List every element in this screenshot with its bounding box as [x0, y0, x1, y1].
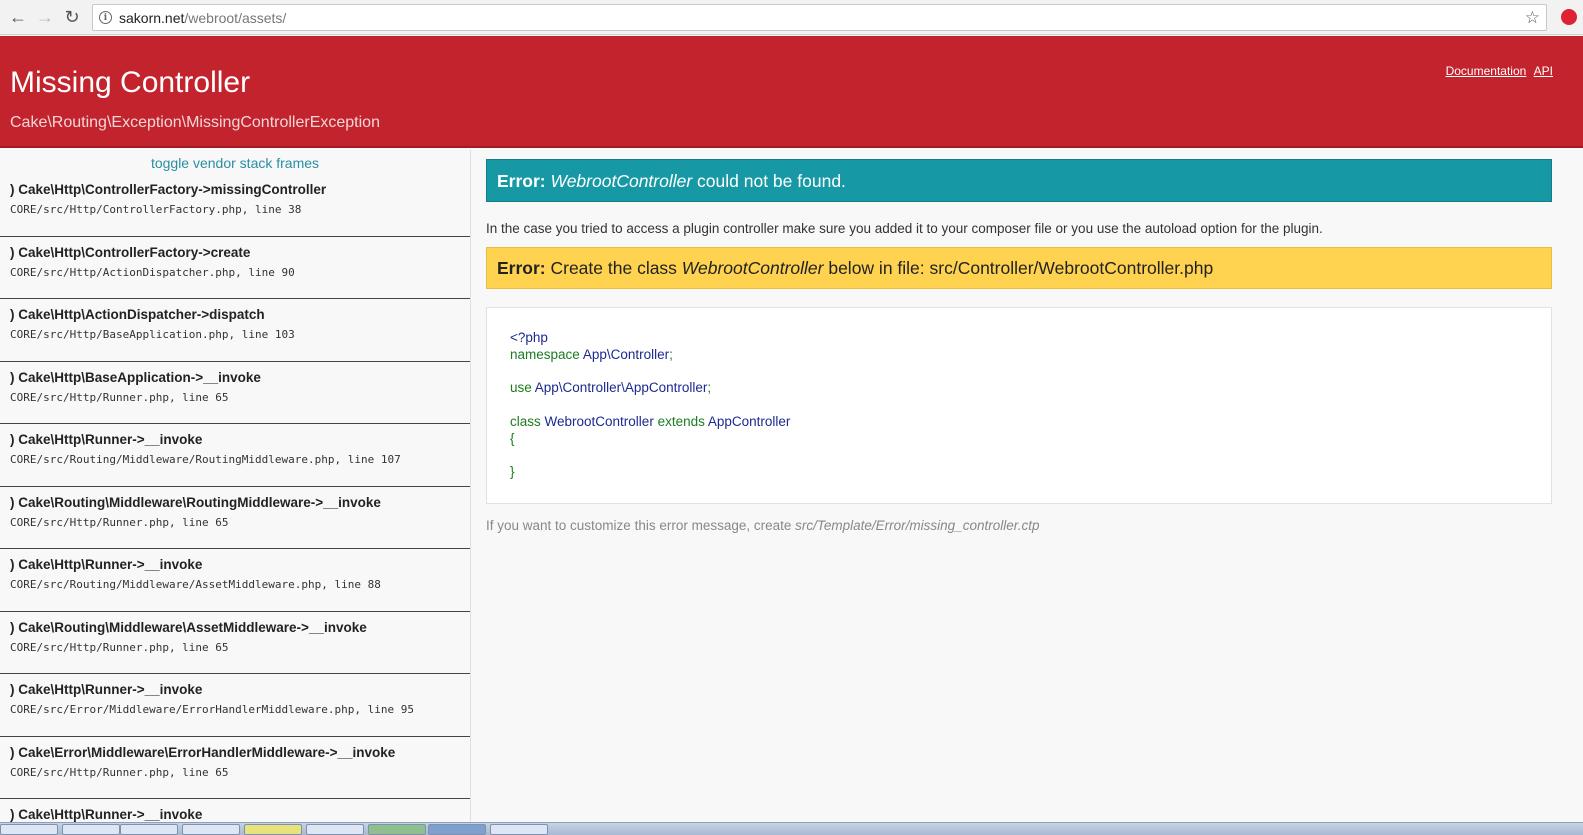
stack-frame-file: CORE/src/Routing/Middleware/RoutingMiddl… [10, 453, 401, 466]
error-message-box: Error: WebrootController could not be fo… [486, 159, 1552, 202]
taskbar-item[interactable] [62, 824, 120, 835]
star-icon[interactable]: ☆ [1525, 8, 1540, 28]
stack-frame-function: ) Cake\Http\Runner->__invoke [10, 807, 203, 822]
taskbar-item[interactable] [182, 824, 240, 835]
browser-toolbar: ← → ↻ i sakorn.net/webroot/assets/ ☆ [0, 0, 1583, 35]
stack-frame-function: ) Cake\Error\Middleware\ErrorHandlerMidd… [10, 744, 396, 760]
stack-frame-file: CORE/src/Http/Runner.php, line 65 [10, 765, 229, 779]
code-namespace-name: App\Controller [582, 346, 670, 362]
os-taskbar [0, 822, 1583, 835]
toggle-vendor-frames-link[interactable]: toggle vendor stack frames [0, 150, 470, 174]
stack-frame-file: CORE/src/Http/ActionDispatcher.php, line… [10, 265, 295, 279]
code-use-kw: use [510, 380, 535, 396]
code-use-name: App\Controller\AppController [534, 380, 708, 396]
stack-frame[interactable]: ) Cake\Http\ControllerFactory->missingCo… [0, 174, 470, 237]
taskbar-item[interactable] [490, 824, 548, 835]
stack-frame[interactable]: ) Cake\Http\ControllerFactory->create COR… [0, 237, 470, 299]
stack-frame[interactable]: ) Cake\Http\Runner->__invoke [0, 799, 470, 822]
warn-prefix: Create the class [545, 258, 682, 278]
stack-frame-function: ) Cake\Http\ControllerFactory->missingCo… [10, 182, 327, 197]
code-namespace-kw: namespace [510, 346, 583, 362]
address-bar[interactable]: i sakorn.net/webroot/assets/ ☆ [92, 4, 1547, 31]
error-description: In the case you tried to access a plugin… [486, 221, 1323, 236]
stack-frame[interactable]: ) Cake\Routing\Middleware\AssetMiddlewar… [0, 612, 470, 674]
note-path: src/Template/Error/missing_controller.ct… [795, 518, 1040, 533]
code-semicolon: ; [669, 346, 673, 362]
taskbar-item[interactable] [120, 824, 178, 835]
stack-trace-sidebar: toggle vendor stack frames ) Cake\Http\C… [0, 150, 471, 822]
stack-frame-file: CORE/src/Http/BaseApplication.php, line … [10, 328, 295, 341]
stack-frame[interactable]: ) Cake\Http\Runner->__invoke CORE/src/Rou… [0, 549, 470, 612]
documentation-link[interactable]: Documentation [1446, 64, 1527, 78]
code-brace-open: { [510, 430, 515, 446]
stack-frames-list: ) Cake\Http\ControllerFactory->missingCo… [0, 174, 470, 822]
error-header: Missing Controller Cake\Routing\Exceptio… [0, 36, 1583, 148]
stack-frame-function: ) Cake\Routing\Middleware\RoutingMiddlew… [10, 494, 381, 510]
reload-icon[interactable]: ↻ [58, 3, 86, 31]
stack-frame-function: ) Cake\Http\ControllerFactory->create [10, 244, 251, 260]
stack-frame-file: CORE/src/Http/ControllerFactory.php, lin… [10, 203, 302, 216]
code-extends-name: AppController [707, 413, 791, 429]
error-class: WebrootController [550, 171, 693, 191]
taskbar-item[interactable] [368, 824, 426, 835]
stack-frame[interactable]: ) Cake\Error\Middleware\ErrorHandlerMidd… [0, 737, 470, 799]
warn-class: WebrootController [681, 258, 824, 278]
url-host: sakorn.net [119, 9, 185, 26]
stack-frame-file: CORE/src/Error/Middleware/ErrorHandlerMi… [10, 703, 414, 716]
code-php-open: <?php [510, 330, 548, 345]
warn-suffix: below in file: src/Controller/WebrootCon… [823, 258, 1214, 278]
taskbar-item[interactable] [0, 824, 58, 835]
exception-class: Cake\Routing\Exception\MissingController… [10, 114, 380, 131]
stack-frame[interactable]: ) Cake\Http\ActionDispatcher->dispatch CO… [0, 299, 470, 362]
error-text: could not be found. [692, 171, 846, 191]
header-links: Documentation API [1442, 64, 1553, 78]
stack-frame[interactable]: ) Cake\Routing\Middleware\RoutingMiddlew… [0, 487, 470, 549]
stack-frame-function: ) Cake\Routing\Middleware\AssetMiddlewar… [10, 619, 367, 635]
stack-frame-function: ) Cake\Http\Runner->__invoke [10, 682, 203, 697]
customize-note: If you want to customize this error mess… [486, 518, 1552, 533]
code-class-name: WebrootController [544, 413, 654, 429]
fix-suggestion-box: Error: Create the class WebrootControlle… [486, 247, 1552, 289]
taskbar-item[interactable] [244, 824, 302, 835]
error-label: Error: [497, 171, 546, 191]
stack-frame[interactable]: ) Cake\Http\BaseApplication->__invoke COR… [0, 362, 470, 424]
stack-frame-file: CORE/src/Http/Runner.php, line 65 [10, 390, 229, 404]
url-path: /webroot/assets/ [184, 9, 287, 26]
stack-frame-function: ) Cake\Http\BaseApplication->__invoke [10, 369, 261, 385]
code-class-kw: class [510, 413, 545, 429]
taskbar-item[interactable] [428, 824, 486, 835]
stack-frame-file: CORE/src/Http/Runner.php, line 65 [10, 515, 229, 529]
taskbar-item[interactable] [306, 824, 364, 835]
note-prefix: If you want to customize this error mess… [486, 518, 796, 533]
back-icon[interactable]: ← [4, 3, 32, 31]
stack-frame-function: ) Cake\Http\Runner->__invoke [10, 557, 203, 572]
main-content: Error: WebrootController could not be fo… [486, 159, 1552, 533]
stack-frame-function: ) Cake\Http\ActionDispatcher->dispatch [10, 307, 265, 322]
code-brace-close: } [510, 464, 515, 480]
stack-frame[interactable]: ) Cake\Http\Runner->__invoke CORE/src/Err… [0, 674, 470, 737]
extension-icon[interactable] [1561, 9, 1577, 25]
code-snippet: <?php namespace App\Controller; use App\… [486, 307, 1552, 504]
stack-frame-function: ) Cake\Http\Runner->__invoke [10, 432, 203, 447]
stack-frame-file: CORE/src/Routing/Middleware/AssetMiddlew… [10, 578, 381, 591]
page-title: Missing Controller [10, 66, 251, 99]
info-icon[interactable]: i [99, 11, 112, 24]
code-semicolon-2: ; [707, 380, 712, 396]
forward-icon[interactable]: → [31, 3, 59, 31]
stack-frame-file: CORE/src/Http/Runner.php, line 65 [10, 640, 229, 654]
stack-frame[interactable]: ) Cake\Http\Runner->__invoke CORE/src/Rou… [0, 424, 470, 487]
code-extends-kw: extends [653, 413, 708, 429]
api-link[interactable]: API [1534, 64, 1553, 78]
warn-label: Error: [497, 258, 546, 278]
